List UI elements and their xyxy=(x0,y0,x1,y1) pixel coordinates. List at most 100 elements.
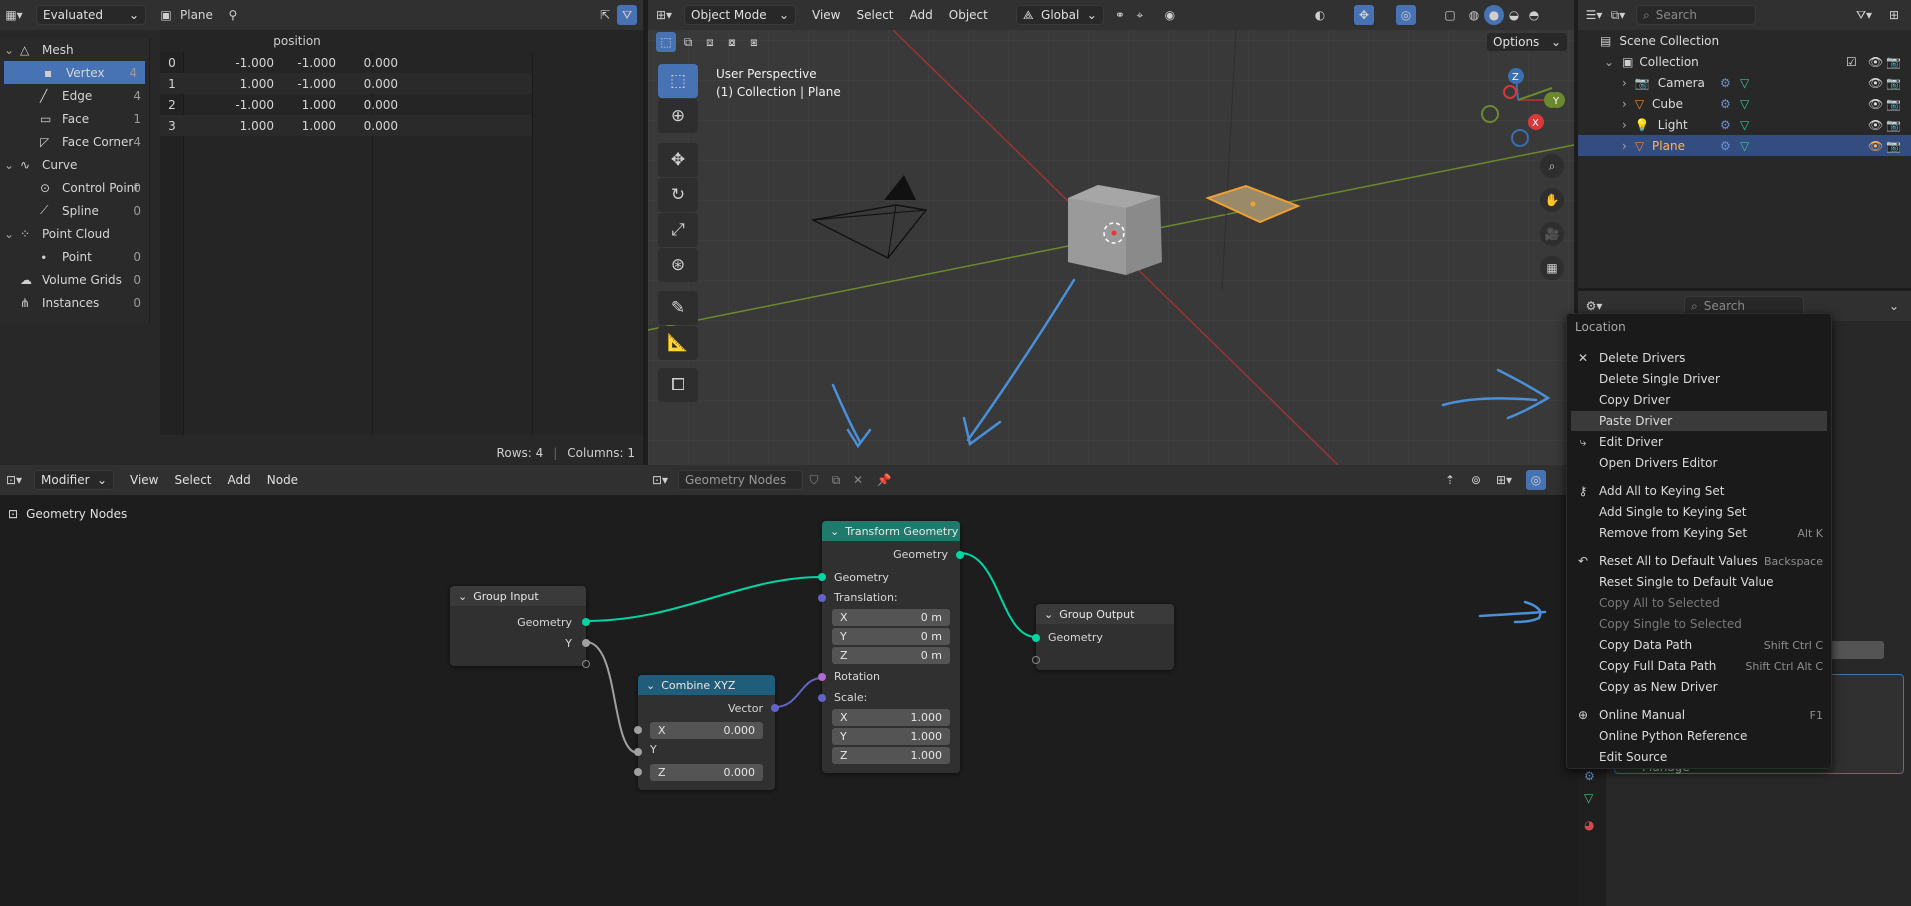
outliner-search-input[interactable]: ⌕ Search xyxy=(1636,5,1756,25)
domain-item-volume-grids[interactable]: ☁ Volume Grids 0 xyxy=(0,268,149,291)
menu-item-add-all-to-keying-set[interactable]: ⚷ Add All to Keying Set xyxy=(1579,481,1823,501)
eye-icon[interactable]: 👁 xyxy=(1868,139,1883,153)
camera-render-icon[interactable]: 📷 xyxy=(1886,55,1901,69)
visibility-icon[interactable]: ◐ xyxy=(1310,5,1330,25)
proportional-icon[interactable]: ◉ xyxy=(1160,5,1180,25)
domain-item-edge[interactable]: ╱ Edge 4 xyxy=(0,84,149,107)
display-mode-icon[interactable]: ⧉▾ xyxy=(1608,5,1628,25)
overlay-toggle-icon[interactable]: ◎ xyxy=(1396,5,1416,25)
domain-item-instances[interactable]: ⋔ Instances 0 xyxy=(0,291,149,314)
selected-only-icon[interactable]: ⇱ xyxy=(595,5,615,25)
tool-cursor[interactable]: ⊕ xyxy=(658,99,698,133)
menu-item-add-single-to-keying-set[interactable]: Add Single to Keying Set xyxy=(1599,502,1823,522)
node-combine-xyz[interactable]: ⌄ Combine XYZ Vector X 0.000 Y Z 0.000 xyxy=(634,675,779,790)
socket-y-in[interactable] xyxy=(634,748,642,756)
select-extend-icon[interactable]: ⧉ xyxy=(678,32,698,52)
pan-hand-icon[interactable]: ✋ xyxy=(1540,188,1564,212)
ortho-toggle-icon[interactable]: ▦ xyxy=(1540,256,1564,280)
chevron-down-icon[interactable]: ⌄ xyxy=(4,158,14,172)
menu-item-online-manual[interactable]: ⊕ Online Manual F1 xyxy=(1578,705,1823,725)
filter-icon[interactable]: ⛛ xyxy=(617,5,637,25)
checkbox-icon[interactable]: ☑ xyxy=(1846,55,1857,69)
domain-item-point[interactable]: ∙ Point 0 xyxy=(0,245,149,268)
domain-item-point-cloud[interactable]: ⌄ ⁘ Point Cloud xyxy=(0,222,149,245)
socket-scale-in[interactable] xyxy=(818,694,826,702)
menu-item-reset-all-to-default-values[interactable]: ↶ Reset All to Default Values Backspace xyxy=(1578,551,1823,571)
field-translation-x[interactable]: X0 m xyxy=(832,609,950,626)
field-translation-y[interactable]: Y0 m xyxy=(832,628,950,645)
domain-item-vertex[interactable]: ▪ Vertex 4 xyxy=(4,61,145,84)
field-translation-z[interactable]: Z0 m xyxy=(832,647,950,664)
menu-item-copy-data-path[interactable]: Copy Data Path Shift Ctrl C xyxy=(1599,635,1823,655)
camera-render-icon[interactable]: 📷 xyxy=(1886,76,1901,90)
node-header[interactable]: ⌄ Combine XYZ xyxy=(638,675,775,695)
chevron-down-icon[interactable]: ⌄ xyxy=(4,227,14,241)
node-header[interactable]: ⌄ Group Input xyxy=(450,586,586,606)
socket-geometry-out[interactable] xyxy=(956,551,964,559)
eye-icon[interactable]: 👁 xyxy=(1868,118,1883,132)
tool-move[interactable]: ✥ xyxy=(658,143,698,177)
outliner-item-cube[interactable]: › ▽ Cube ⚙ ▽ 👁 📷 xyxy=(1578,93,1911,114)
tool-annotate[interactable]: ✎ xyxy=(658,291,698,325)
editor-type-icon[interactable]: ⊞▾ xyxy=(654,5,674,25)
socket-y-out[interactable] xyxy=(582,639,590,647)
socket-empty-in[interactable] xyxy=(1032,656,1040,664)
zoom-icon[interactable]: ⌕ xyxy=(1540,154,1564,178)
menu-object[interactable]: Object xyxy=(941,8,996,22)
chevron-right-icon[interactable]: › xyxy=(1622,139,1627,153)
field-x[interactable]: X 0.000 xyxy=(650,722,763,739)
socket-translation-in[interactable] xyxy=(818,594,826,602)
evaluation-dropdown[interactable]: Evaluated ⌄ xyxy=(36,5,146,25)
socket-x-in[interactable] xyxy=(634,726,642,734)
socket-empty-out[interactable] xyxy=(582,660,590,668)
menu-item-reset-single-to-default-value[interactable]: Reset Single to Default Value xyxy=(1599,572,1823,592)
tool-add-cube[interactable]: ⧠ xyxy=(658,368,698,402)
menu-item-paste-driver[interactable]: Paste Driver xyxy=(1571,411,1827,431)
eye-icon[interactable]: 👁 xyxy=(1868,97,1883,111)
snap-icon[interactable]: ⌖ xyxy=(1130,5,1150,25)
domain-item-mesh[interactable]: ⌄ △ Mesh xyxy=(0,38,149,61)
menu-select[interactable]: Select xyxy=(848,8,901,22)
socket-rotation-in[interactable] xyxy=(818,673,826,681)
outliner-scene-collection[interactable]: ▤ Scene Collection xyxy=(1578,30,1911,51)
select-intersect-icon[interactable]: ⧆ xyxy=(744,32,764,52)
menu-item-copy-driver[interactable]: Copy Driver xyxy=(1599,390,1823,410)
data-tab-icon[interactable]: ▽ xyxy=(1584,791,1593,805)
menu-item-online-python-reference[interactable]: Online Python Reference xyxy=(1599,726,1823,746)
shading-solid-icon[interactable]: ● xyxy=(1484,5,1504,25)
tool-transform[interactable]: ⊛ xyxy=(658,248,698,282)
tool-scale[interactable]: ⤢ xyxy=(658,213,698,247)
chevron-right-icon[interactable]: › xyxy=(1622,76,1627,90)
shading-material-icon[interactable]: ◒ xyxy=(1504,5,1524,25)
editor-type-icon[interactable]: ▦▾ xyxy=(4,5,24,25)
chevron-down-icon[interactable]: ⌄ xyxy=(1884,296,1904,316)
camera-render-icon[interactable]: 📷 xyxy=(1886,97,1901,111)
filter-icon[interactable]: ⛛▾ xyxy=(1854,5,1874,25)
pivot-icon[interactable]: ⚭ xyxy=(1110,5,1130,25)
domain-item-spline[interactable]: ⟋ Spline 0 xyxy=(0,199,149,222)
mode-dropdown[interactable]: Object Mode ⌄ xyxy=(684,5,796,25)
domain-item-curve[interactable]: ⌄ ∿ Curve xyxy=(0,153,149,176)
pin-icon[interactable]: ⚲ xyxy=(223,5,243,25)
menu-item-delete-single-driver[interactable]: Delete Single Driver xyxy=(1599,369,1823,389)
options-button[interactable]: Options ⌄ xyxy=(1486,32,1568,52)
outliner-item-light[interactable]: › 💡 Light ⚙ ▽ 👁 📷 xyxy=(1578,114,1911,135)
tool-measure[interactable]: 📐 xyxy=(658,326,698,360)
node-group-output[interactable]: ⌄ Group Output Geometry xyxy=(1032,604,1174,670)
menu-add[interactable]: Add xyxy=(902,8,941,22)
node-transform-geometry[interactable]: ⌄ Transform Geometry Geometry Geometry Tr… xyxy=(818,521,964,773)
camera-render-icon[interactable]: 📷 xyxy=(1886,139,1901,153)
outliner-collection[interactable]: ⌄ ▣ Collection ☑ 👁 📷 xyxy=(1578,51,1911,72)
tool-rotate[interactable]: ↻ xyxy=(658,178,698,212)
socket-geometry-in[interactable] xyxy=(818,573,826,581)
editor-type-icon[interactable]: ☰▾ xyxy=(1584,5,1604,25)
select-box-icon[interactable]: ⬚ xyxy=(656,32,676,52)
socket-vector-out[interactable] xyxy=(771,704,779,712)
gizmo-toggle-icon[interactable]: ✥ xyxy=(1354,5,1374,25)
socket-geometry-in[interactable] xyxy=(1032,634,1040,642)
new-collection-icon[interactable]: ⊞ xyxy=(1884,5,1904,25)
menu-item-copy-as-new-driver[interactable]: Copy as New Driver xyxy=(1599,677,1823,697)
socket-geometry-out[interactable] xyxy=(582,618,590,626)
select-subtract-icon[interactable]: ⧈ xyxy=(700,32,720,52)
node-header[interactable]: ⌄ Group Output xyxy=(1036,604,1174,624)
